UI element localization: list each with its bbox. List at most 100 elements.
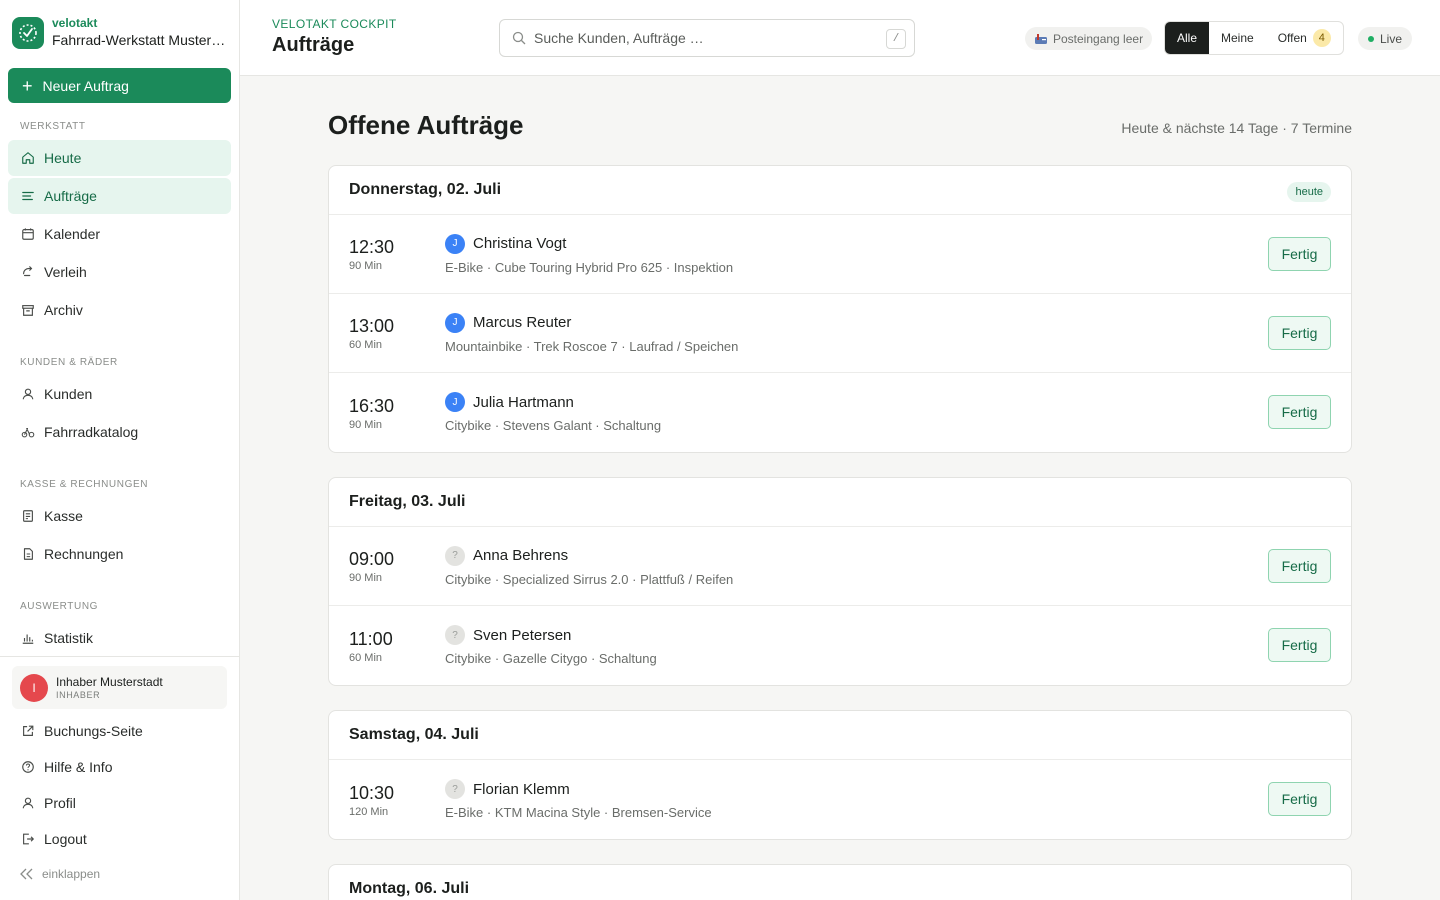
sidebar-item-statistik[interactable]: Statistik: [8, 620, 231, 656]
sidebar-item-rechnungen[interactable]: Rechnungen: [8, 536, 231, 572]
mechanic-avatar: ?: [445, 625, 465, 645]
mechanic-avatar: J: [445, 233, 465, 254]
filter-segmented-control[interactable]: Alle Meine Offen 4: [1164, 21, 1344, 55]
order-time: 11:00: [349, 628, 393, 649]
chart-icon: [20, 630, 36, 646]
order-duration: 90 Min: [349, 418, 383, 431]
sidebar: velotakt Fahrrad-Werkstatt Musterstadt +…: [0, 0, 240, 900]
nav-section-title: KASSE & RECHNUNGEN: [20, 479, 149, 490]
day-title: Donnerstag, 02. Juli: [349, 181, 502, 198]
order-detail: E-Bike · KTM Macina Style · Bremsen-Serv…: [445, 805, 712, 820]
customer-name: Julia Hartmann: [473, 393, 574, 411]
filter-label: Meine: [1221, 31, 1254, 45]
mechanic-avatar: ?: [445, 545, 465, 566]
customer-name: Christina Vogt: [473, 235, 567, 252]
register-icon: [20, 508, 36, 524]
mechanic-avatar: J: [445, 312, 465, 333]
sidebar-footer: I Inhaber Musterstadt INHABER Buchungs-S…: [0, 656, 239, 857]
mark-done-button[interactable]: Fertig: [1268, 549, 1331, 583]
sidebar-nav[interactable]: WERKSTATT Heute Aufträge Kalender Verleih Arc…: [0, 110, 239, 656]
user-name: Inhaber Musterstadt: [56, 674, 163, 689]
logout-icon: [20, 831, 36, 847]
day-title: Montag, 06. Juli: [349, 880, 470, 897]
footer-link-logout[interactable]: Logout: [0, 821, 239, 857]
sidebar-item-kasse[interactable]: Kasse: [8, 498, 231, 534]
sidebar-item-label: Heute: [44, 150, 82, 166]
new-order-label: Neuer Auftrag: [42, 77, 129, 94]
user-icon: [20, 795, 36, 811]
brand-name: velotakt: [52, 16, 98, 30]
mark-done-button[interactable]: Fertig: [1268, 782, 1331, 816]
day-card: Montag, 06. Juli: [328, 864, 1352, 900]
help-icon: [20, 759, 36, 775]
filter-offen[interactable]: Offen 4: [1266, 22, 1343, 54]
filter-alle[interactable]: Alle: [1165, 22, 1210, 54]
sidebar-item-auftraege[interactable]: Aufträge: [8, 178, 231, 214]
mark-done-button[interactable]: Fertig: [1268, 316, 1331, 350]
search-input[interactable]: [534, 30, 874, 46]
search-box[interactable]: /: [499, 19, 915, 57]
sidebar-item-kunden[interactable]: Kunden: [8, 376, 231, 412]
order-row[interactable]: 10:30 120 Min? Florian Klemm E-Bike · KTM M…: [329, 760, 1351, 839]
day-header: Montag, 06. Juli: [329, 865, 1351, 900]
list-icon: [20, 188, 36, 204]
sidebar-item-archiv[interactable]: Archiv: [8, 292, 231, 328]
shop-name: Fahrrad-Werkstatt Musterstadt: [52, 32, 228, 48]
order-duration: 60 Min: [349, 339, 383, 351]
order-time: 10:30: [349, 782, 395, 803]
order-time: 16:30: [349, 395, 395, 416]
mechanic-avatar: J: [445, 392, 465, 412]
new-order-button[interactable]: + Neuer Auftrag: [8, 68, 231, 103]
customer-name: Sven Petersen: [473, 626, 572, 644]
inbox-status[interactable]: Posteingang leer: [1025, 27, 1153, 50]
filter-meine[interactable]: Meine: [1209, 22, 1266, 54]
header-kicker: VELOTAKT COCKPIT: [272, 17, 397, 31]
mark-done-button[interactable]: Fertig: [1268, 628, 1331, 662]
footer-link-label: Hilfe & Info: [44, 759, 113, 775]
sidebar-item-label: Archiv: [44, 302, 83, 318]
filter-label: Offen: [1277, 31, 1307, 45]
sidebar-item-verleih[interactable]: Verleih: [8, 254, 231, 290]
user-role: INHABER: [56, 689, 101, 700]
order-time: 09:00: [349, 549, 395, 569]
double-chevron-left-icon: [20, 868, 34, 880]
footer-link-buchungs-seite[interactable]: Buchungs-Seite: [0, 713, 239, 749]
bike-icon: [20, 424, 36, 440]
rental-icon: [20, 264, 36, 280]
order-detail: Citybike · Gazelle Citygo · Schaltung: [445, 651, 657, 666]
nav-section-title: AUSWERTUNG: [20, 601, 99, 612]
collapse-sidebar-button[interactable]: einklappen: [20, 867, 100, 881]
search-shortcut-key: /: [886, 29, 906, 49]
avatar: I: [20, 673, 48, 702]
footer-link-profil[interactable]: Profil: [0, 785, 239, 821]
archive-icon: [20, 302, 36, 318]
order-detail: Citybike · Stevens Galant · Schaltung: [445, 418, 662, 433]
search-icon: [512, 31, 526, 45]
mark-done-button[interactable]: Fertig: [1268, 395, 1331, 429]
mark-done-button[interactable]: Fertig: [1268, 237, 1331, 271]
order-row[interactable]: 09:00 90 Min? Anna Behrens Citybike · Speci…: [329, 527, 1351, 606]
live-indicator: Live: [1358, 27, 1413, 50]
nav-section-title: KUNDEN & RÄDER: [20, 357, 118, 368]
section-subtitle: Heute & nächste 14 Tage · 7 Termine: [1121, 120, 1352, 136]
home-icon: [20, 150, 36, 166]
filter-label: Alle: [1177, 31, 1198, 45]
inbox-label: Posteingang leer: [1053, 31, 1144, 46]
customer-name: Anna Behrens: [473, 547, 569, 564]
calendar-icon: [20, 226, 36, 242]
sidebar-item-fahrradkatalog[interactable]: Fahrradkatalog: [8, 414, 231, 450]
brand[interactable]: velotakt Fahrrad-Werkstatt Musterstadt: [12, 16, 228, 50]
order-row[interactable]: 12:30 90 Min J Christina Vogt E-Bike · Cube …: [329, 215, 1351, 294]
sidebar-item-label: Kalender: [44, 226, 101, 242]
sidebar-item-heute[interactable]: Heute: [8, 140, 231, 176]
day-card: Samstag, 04. Juli 10:30 120 Min? Florian Kl…: [328, 710, 1352, 840]
order-row[interactable]: 13:00 60 Min J Marcus Reuter Mountainbike · …: [329, 294, 1351, 373]
nav-section-title: WERKSTATT: [20, 121, 86, 132]
order-row[interactable]: 16:30 90 Min J Julia Hartmann Citybike · Ste…: [329, 373, 1351, 452]
sidebar-item-kalender[interactable]: Kalender: [8, 216, 231, 252]
user-card[interactable]: I Inhaber Musterstadt INHABER: [12, 666, 227, 709]
order-row[interactable]: 11:00 60 Min? Sven Petersen Citybike · Gaze…: [329, 606, 1351, 685]
footer-link-hilfe-info[interactable]: Hilfe & Info: [0, 749, 239, 785]
day-header: Samstag, 04. Juli: [329, 711, 1351, 760]
today-badge: heute: [1287, 182, 1331, 202]
